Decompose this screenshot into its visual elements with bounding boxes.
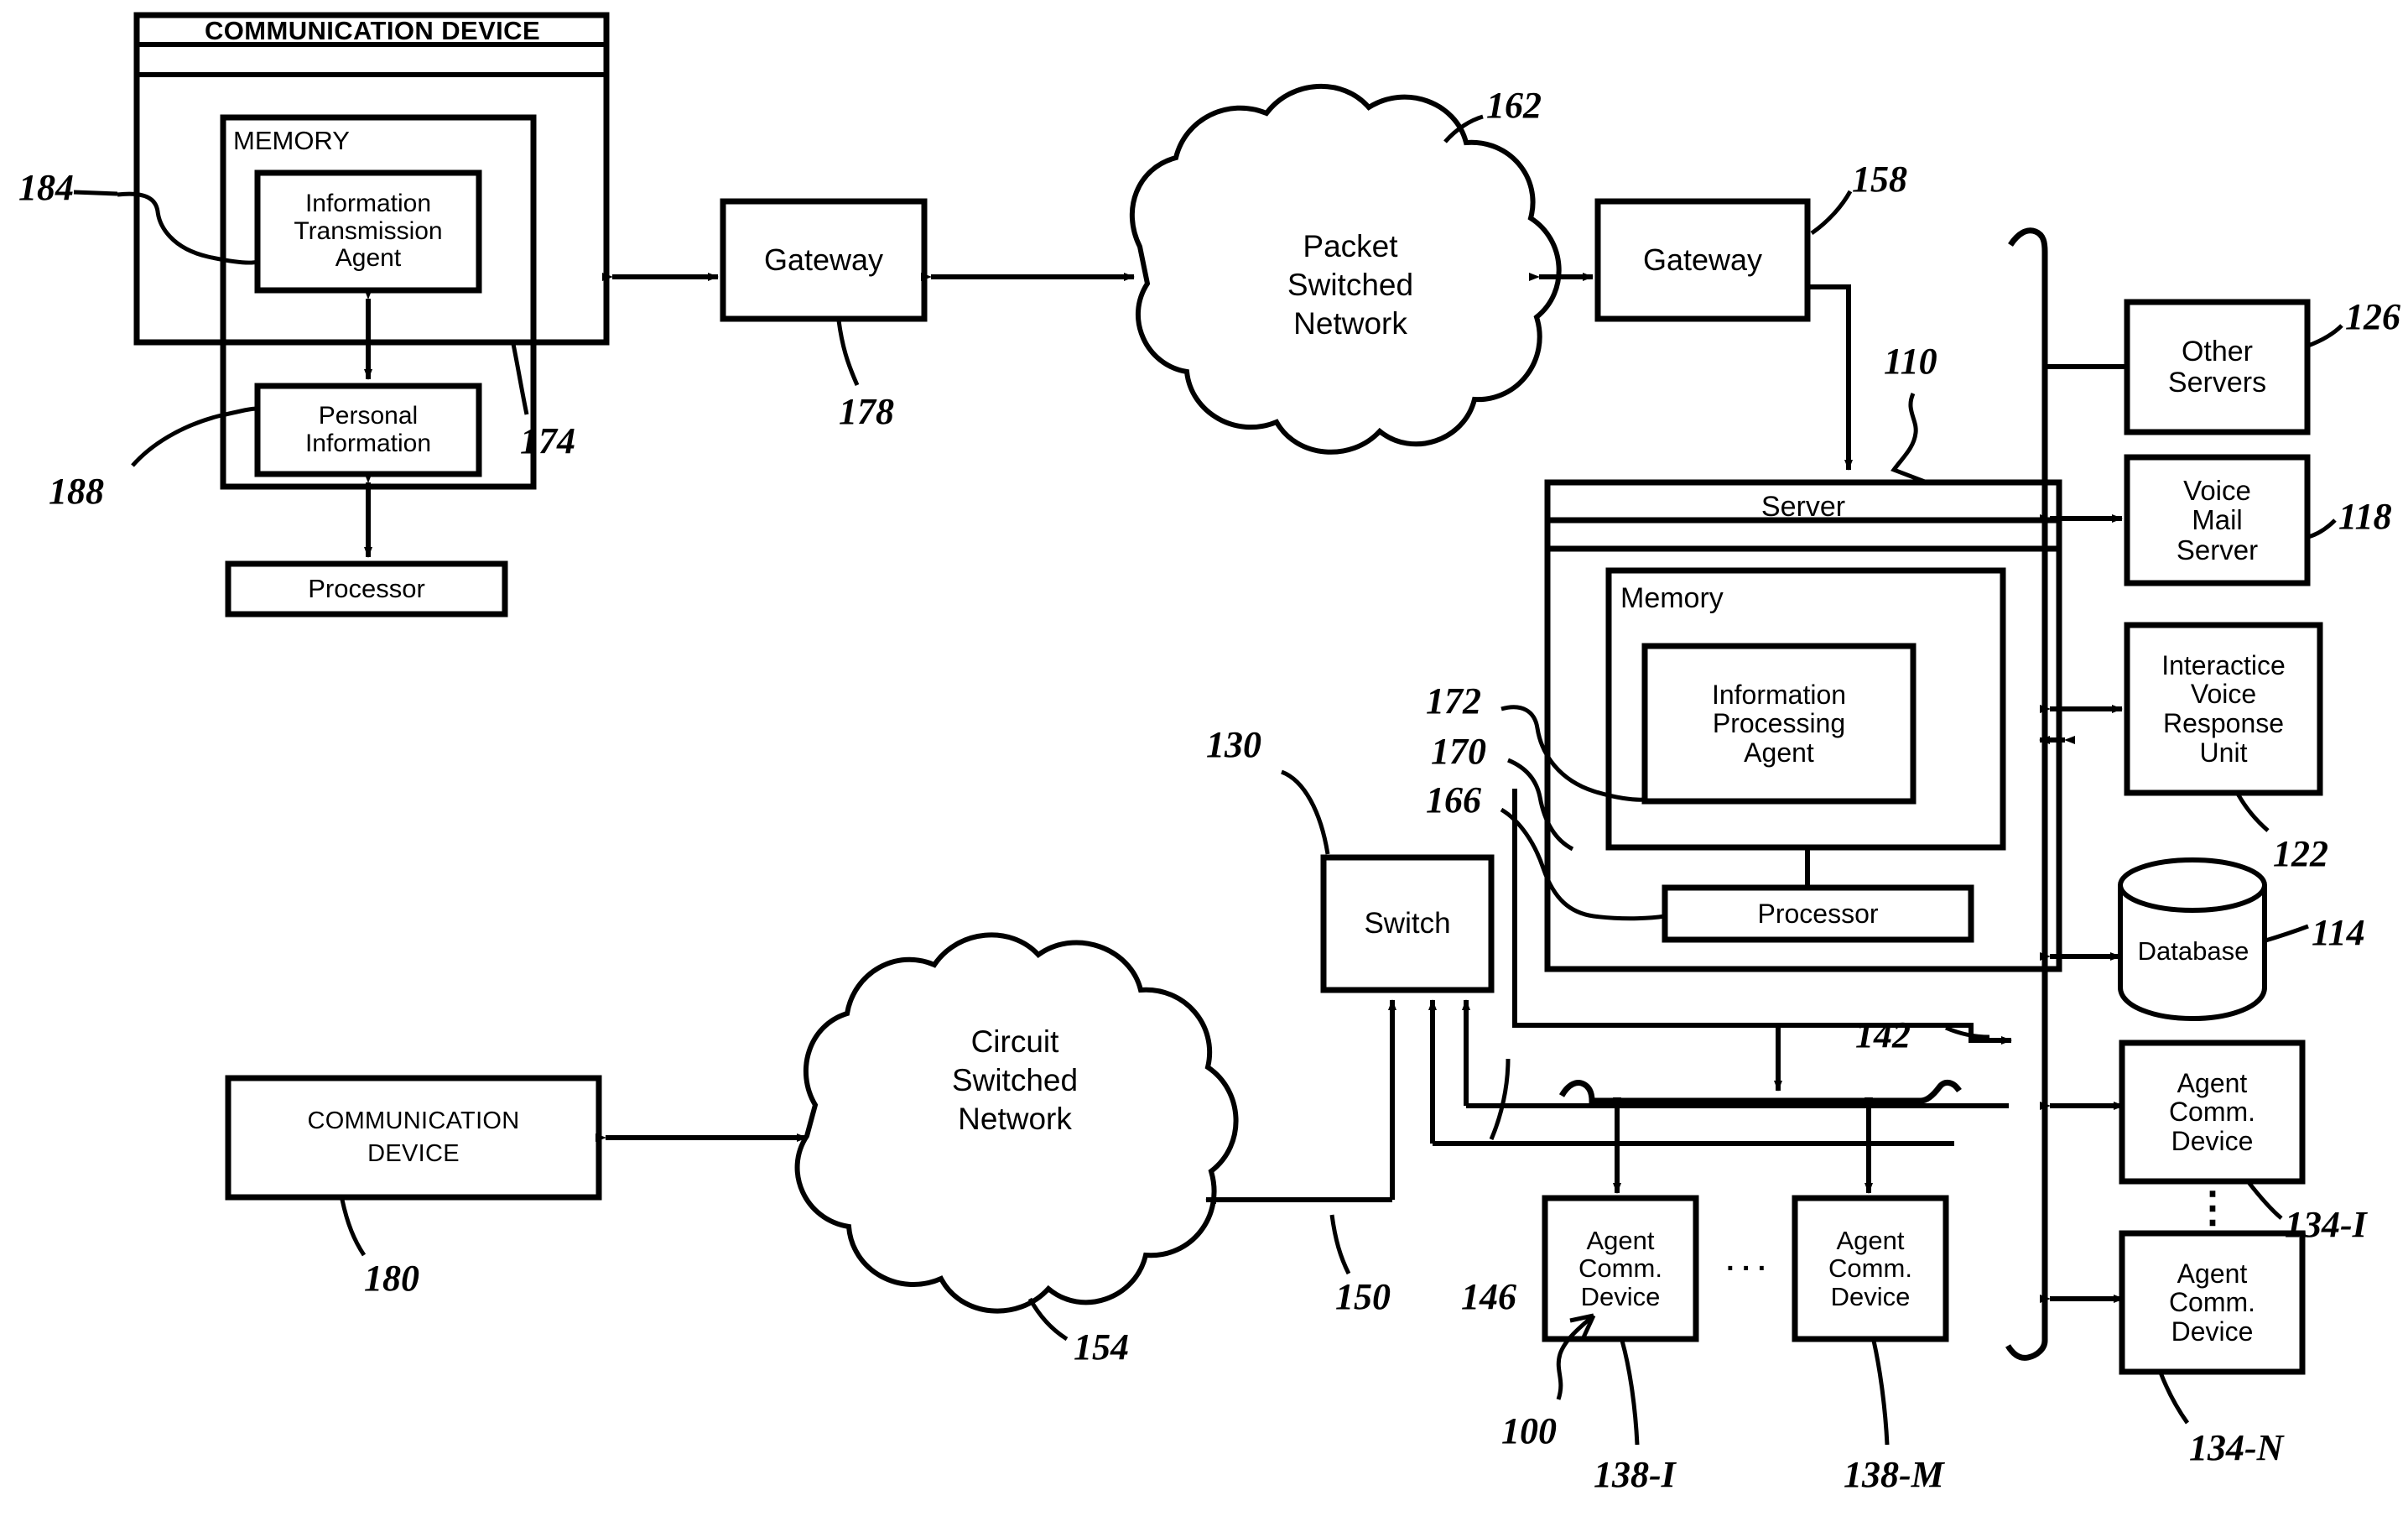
ref-142: 142 bbox=[1855, 1014, 1911, 1055]
ref-126: 126 bbox=[2345, 296, 2400, 337]
ref-184: 184 bbox=[18, 167, 74, 208]
ref-100: 100 bbox=[1501, 1410, 1557, 1451]
ref-134-I: 134-I bbox=[2285, 1204, 2367, 1245]
ref-180: 180 bbox=[364, 1258, 419, 1299]
ref-166: 166 bbox=[1426, 779, 1481, 821]
ref-110: 110 bbox=[1884, 341, 1937, 382]
ref-178: 178 bbox=[839, 391, 894, 432]
ref-150: 150 bbox=[1335, 1276, 1391, 1317]
ref-188: 188 bbox=[49, 471, 104, 512]
ref-114: 114 bbox=[2312, 912, 2365, 953]
ref-134-N: 134-N bbox=[2189, 1427, 2284, 1468]
ref-158: 158 bbox=[1852, 159, 1907, 200]
ref-138-M: 138-M bbox=[1844, 1454, 1944, 1495]
ref-172: 172 bbox=[1426, 680, 1481, 722]
ref-118: 118 bbox=[2338, 496, 2392, 537]
ref-122: 122 bbox=[2273, 833, 2328, 874]
ref-162: 162 bbox=[1486, 85, 1542, 126]
ref-154: 154 bbox=[1074, 1326, 1129, 1368]
patent-figure: COMMUNICATION DEVICE MEMORY Information … bbox=[0, 0, 2408, 1532]
ref-146: 146 bbox=[1461, 1276, 1516, 1317]
ref-130: 130 bbox=[1206, 724, 1261, 765]
ref-174: 174 bbox=[520, 420, 575, 461]
ref-138-I: 138-I bbox=[1594, 1454, 1676, 1495]
ref-170: 170 bbox=[1431, 731, 1486, 772]
diagram-canvas bbox=[73, 12, 2343, 1446]
